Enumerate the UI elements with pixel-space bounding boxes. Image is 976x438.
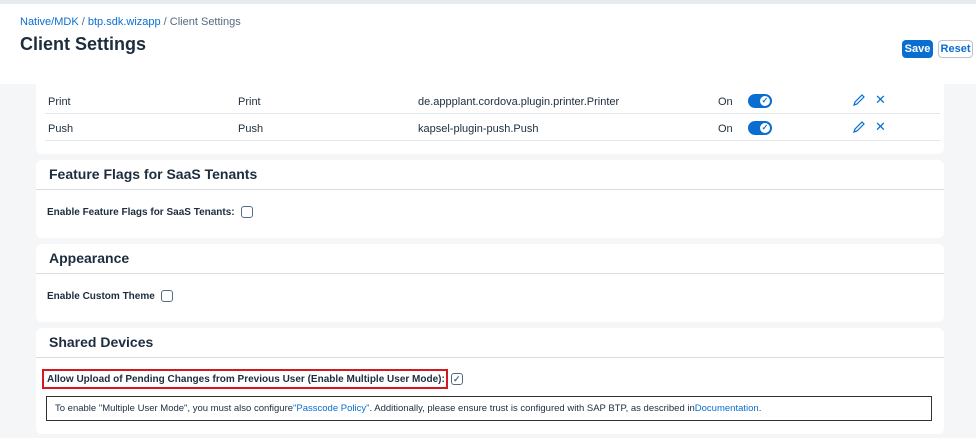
section-title: Appearance <box>49 250 130 266</box>
save-button[interactable]: Save <box>902 40 933 58</box>
table-row: Push Push kapsel-plugin-push.Push On ✓ ✕ <box>45 115 940 141</box>
page-header: Native/MDK / btp.sdk.wizapp / Client Set… <box>0 0 976 84</box>
documentation-link[interactable]: Documentation <box>695 403 759 414</box>
multi-user-checkbox[interactable]: ✓ <box>450 373 463 385</box>
plugin-toggle[interactable]: ✓ <box>748 94 772 108</box>
breadcrumb-current: Client Settings <box>169 16 241 28</box>
plugins-table: Print Print de.appplant.cordova.plugin.p… <box>36 84 944 154</box>
plugin-name: Print <box>48 96 71 108</box>
custom-theme-checkbox[interactable] <box>160 290 173 302</box>
breadcrumb-link-native-mdk[interactable]: Native/MDK <box>20 16 79 28</box>
shared-devices-section: Shared Devices Allow Upload of Pending C… <box>36 328 944 434</box>
info-text: To enable "Multiple User Mode", you must… <box>55 403 294 414</box>
reset-button[interactable]: Reset <box>938 40 973 58</box>
breadcrumb: Native/MDK / btp.sdk.wizapp / Client Set… <box>20 16 241 28</box>
custom-theme-field: Enable Custom Theme <box>47 290 173 302</box>
multi-user-field: Allow Upload of Pending Changes from Pre… <box>47 373 463 385</box>
divider <box>36 189 944 190</box>
feature-flags-section: Feature Flags for SaaS Tenants Enable Fe… <box>36 160 944 238</box>
passcode-policy-link[interactable]: "Passcode Policy" <box>293 403 369 414</box>
check-icon: ✓ <box>760 123 770 133</box>
plugin-type: Push <box>238 123 264 135</box>
table-row: Print Print de.appplant.cordova.plugin.p… <box>45 88 940 114</box>
breadcrumb-separator: / <box>78 16 88 28</box>
plugin-name: Push <box>48 123 74 135</box>
divider <box>36 357 944 358</box>
plugin-id: kapsel-plugin-push.Push <box>418 123 539 135</box>
feature-flags-checkbox[interactable] <box>240 206 253 218</box>
section-title: Shared Devices <box>49 334 154 350</box>
breadcrumb-separator: / <box>160 16 170 28</box>
check-icon: ✓ <box>760 96 770 106</box>
multi-user-label: Allow Upload of Pending Changes from Pre… <box>47 373 445 385</box>
info-text: . <box>758 403 762 414</box>
section-title: Feature Flags for SaaS Tenants <box>49 166 258 182</box>
appearance-section: Appearance Enable Custom Theme <box>36 244 944 322</box>
plugin-id: de.appplant.cordova.plugin.printer.Print… <box>418 96 620 108</box>
custom-theme-label: Enable Custom Theme <box>47 290 155 302</box>
close-icon[interactable]: ✕ <box>875 93 887 107</box>
info-text: . Additionally, please ensure trust is c… <box>369 403 695 414</box>
edit-icon[interactable] <box>852 93 866 107</box>
page-title: Client Settings <box>20 34 147 54</box>
plugin-type: Print <box>238 96 261 108</box>
divider <box>36 273 944 274</box>
plugin-status: On <box>718 96 733 108</box>
breadcrumb-link-app[interactable]: btp.sdk.wizapp <box>88 16 161 28</box>
close-icon[interactable]: ✕ <box>875 120 887 134</box>
info-message: To enable "Multiple User Mode", you must… <box>46 396 932 421</box>
feature-flags-label: Enable Feature Flags for SaaS Tenants: <box>47 206 235 218</box>
plugin-toggle[interactable]: ✓ <box>748 121 772 135</box>
feature-flags-field: Enable Feature Flags for SaaS Tenants: <box>47 206 253 218</box>
edit-icon[interactable] <box>852 120 866 134</box>
plugin-status: On <box>718 123 733 135</box>
